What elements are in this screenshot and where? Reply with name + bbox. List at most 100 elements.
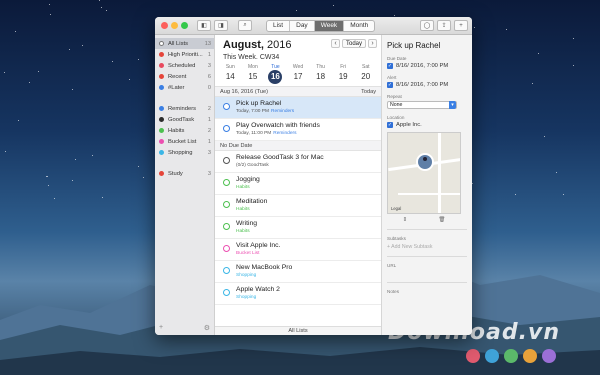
- due-date-row[interactable]: ✓ 8/16/ 2016, 7:00 PM: [387, 63, 467, 69]
- add-list-button[interactable]: +: [159, 324, 163, 332]
- task-list-tag: Reminders: [273, 131, 297, 136]
- toggle-sidebar-button[interactable]: ◧: [197, 20, 211, 31]
- tab-week[interactable]: Week: [313, 21, 344, 31]
- window-controls: [161, 22, 188, 29]
- chevron-down-icon: ▾: [449, 101, 456, 109]
- detail-title[interactable]: Pick up Rachel: [387, 41, 467, 50]
- location-checkbox[interactable]: ✓: [387, 122, 393, 128]
- location-arrow-icon[interactable]: ⇕: [403, 217, 408, 223]
- search-icon: ⌕: [243, 22, 247, 28]
- sidebar-item[interactable]: Bucket List 1: [155, 136, 214, 147]
- sidebar-item[interactable]: #Later 0: [155, 82, 214, 93]
- task-row[interactable]: Release GoodTask 3 for Mac (0/2) GoodTask: [215, 151, 381, 173]
- sidebar-item[interactable]: Shopping 3: [155, 147, 214, 158]
- today-button[interactable]: Today: [341, 39, 366, 48]
- share-icon: ⇪: [441, 23, 447, 29]
- day-column[interactable]: Tue 16: [264, 63, 287, 86]
- sidebar-item[interactable]: Habits 2: [155, 125, 214, 136]
- task-checkbox[interactable]: [223, 201, 230, 208]
- next-week-button[interactable]: ›: [368, 39, 377, 48]
- day-column[interactable]: Fri 19: [332, 63, 355, 86]
- sidebar-item[interactable]: Reminders 2: [155, 103, 214, 114]
- add-subtask-button[interactable]: + Add New Subtask: [387, 244, 467, 250]
- task-row[interactable]: Jogging Habits: [215, 173, 381, 195]
- sidebar-item-count: 0: [207, 84, 211, 91]
- star: [92, 154, 94, 156]
- task-checkbox[interactable]: [223, 125, 230, 132]
- star: [47, 175, 49, 177]
- day-column[interactable]: Sat 20: [354, 63, 377, 86]
- task-list-tag: Shopping: [236, 295, 257, 300]
- sidebar-item[interactable]: High Prioriti... 1: [155, 49, 214, 60]
- day-column[interactable]: Mon 15: [242, 63, 265, 86]
- task-checkbox[interactable]: [223, 223, 230, 230]
- share-button[interactable]: ⇪: [437, 20, 451, 31]
- task-checkbox[interactable]: [223, 179, 230, 186]
- sidebar-item[interactable]: Scheduled 3: [155, 60, 214, 71]
- sidebar-footer: + ⚙: [159, 324, 210, 332]
- add-task-button[interactable]: +: [454, 20, 468, 31]
- map-legal-link[interactable]: Legal: [391, 206, 401, 211]
- day-column[interactable]: Thu 18: [309, 63, 332, 86]
- task-row[interactable]: Writing Habits: [215, 217, 381, 239]
- settings-icon[interactable]: ⚙: [204, 324, 210, 332]
- alert-checkbox[interactable]: ✓: [387, 82, 393, 88]
- task-row[interactable]: Apple Watch 2 Shopping: [215, 283, 381, 305]
- task-checkbox[interactable]: [223, 267, 230, 274]
- task-list-tag: Habits: [236, 185, 250, 190]
- location-value[interactable]: Apple Inc.: [396, 122, 422, 128]
- star: [531, 83, 533, 85]
- day-column[interactable]: Sun 14: [219, 63, 242, 86]
- task-row[interactable]: Meditation Habits: [215, 195, 381, 217]
- sidebar-item[interactable]: Study 3: [155, 168, 214, 179]
- repeat-select[interactable]: None ▾: [387, 101, 457, 109]
- sidebar-item-count: 1: [207, 116, 211, 123]
- alert-row[interactable]: ✓ 8/16/ 2016, 7:00 PM: [387, 82, 467, 88]
- task-row[interactable]: Play Overwatch with friends Today, 11:00 …: [215, 119, 381, 141]
- task-title: Play Overwatch with friends: [236, 122, 320, 129]
- task-title: New MacBook Pro: [236, 264, 293, 271]
- day-column[interactable]: Wed 17: [287, 63, 310, 86]
- star: [543, 135, 545, 137]
- due-date-checkbox[interactable]: ✓: [387, 63, 393, 69]
- list-color-icon: [159, 85, 164, 90]
- minimize-button[interactable]: [171, 22, 178, 29]
- section-title: No Due Date: [220, 143, 253, 149]
- toggle-detail-button[interactable]: ◨: [214, 20, 228, 31]
- location-map[interactable]: Legal: [387, 132, 461, 214]
- sidebar-item[interactable]: All Lists 13: [155, 38, 214, 49]
- watermark-dot: [542, 349, 556, 363]
- tab-day[interactable]: Day: [289, 21, 314, 31]
- previous-week-button[interactable]: ‹: [330, 39, 340, 48]
- sync-button[interactable]: ◯: [420, 20, 434, 31]
- sidebar-item-label: Habits: [168, 127, 185, 134]
- task-row[interactable]: Visit Apple Inc. Bucket List: [215, 239, 381, 261]
- alert-value[interactable]: 8/16/ 2016, 7:00 PM: [396, 82, 448, 88]
- star: [49, 13, 51, 15]
- task-row[interactable]: New MacBook Pro Shopping: [215, 261, 381, 283]
- notes-label: Notes: [387, 289, 400, 294]
- close-button[interactable]: [161, 22, 168, 29]
- trash-icon[interactable]: 🗑: [438, 217, 445, 223]
- task-checkbox[interactable]: [223, 157, 230, 164]
- task-checkbox[interactable]: [223, 103, 230, 110]
- due-date-value[interactable]: 8/16/ 2016, 7:00 PM: [396, 63, 448, 69]
- sidebar-item[interactable]: Recent 6: [155, 71, 214, 82]
- task-subtitle: Today, 7:00 PM Reminders: [236, 109, 294, 114]
- task-checkbox[interactable]: [223, 289, 230, 296]
- sidebar-icon: ◧: [201, 23, 207, 29]
- zoom-button[interactable]: [181, 22, 188, 29]
- sidebar-item-label: GoodTask: [168, 116, 195, 123]
- task-title: Apple Watch 2: [236, 286, 280, 293]
- sidebar-item-label: Study: [168, 170, 183, 177]
- task-row[interactable]: Pick up Rachel Today, 7:00 PM Reminders: [215, 97, 381, 119]
- sidebar-item[interactable]: GoodTask 1: [155, 114, 214, 125]
- tab-month[interactable]: Month: [343, 21, 374, 31]
- location-row[interactable]: ✓ Apple Inc.: [387, 122, 467, 128]
- search-button[interactable]: ⌕: [238, 20, 252, 31]
- map-tools: ⇕ 🗑: [387, 217, 461, 223]
- tab-list[interactable]: List: [267, 21, 289, 31]
- task-checkbox[interactable]: [223, 245, 230, 252]
- star: [47, 185, 49, 187]
